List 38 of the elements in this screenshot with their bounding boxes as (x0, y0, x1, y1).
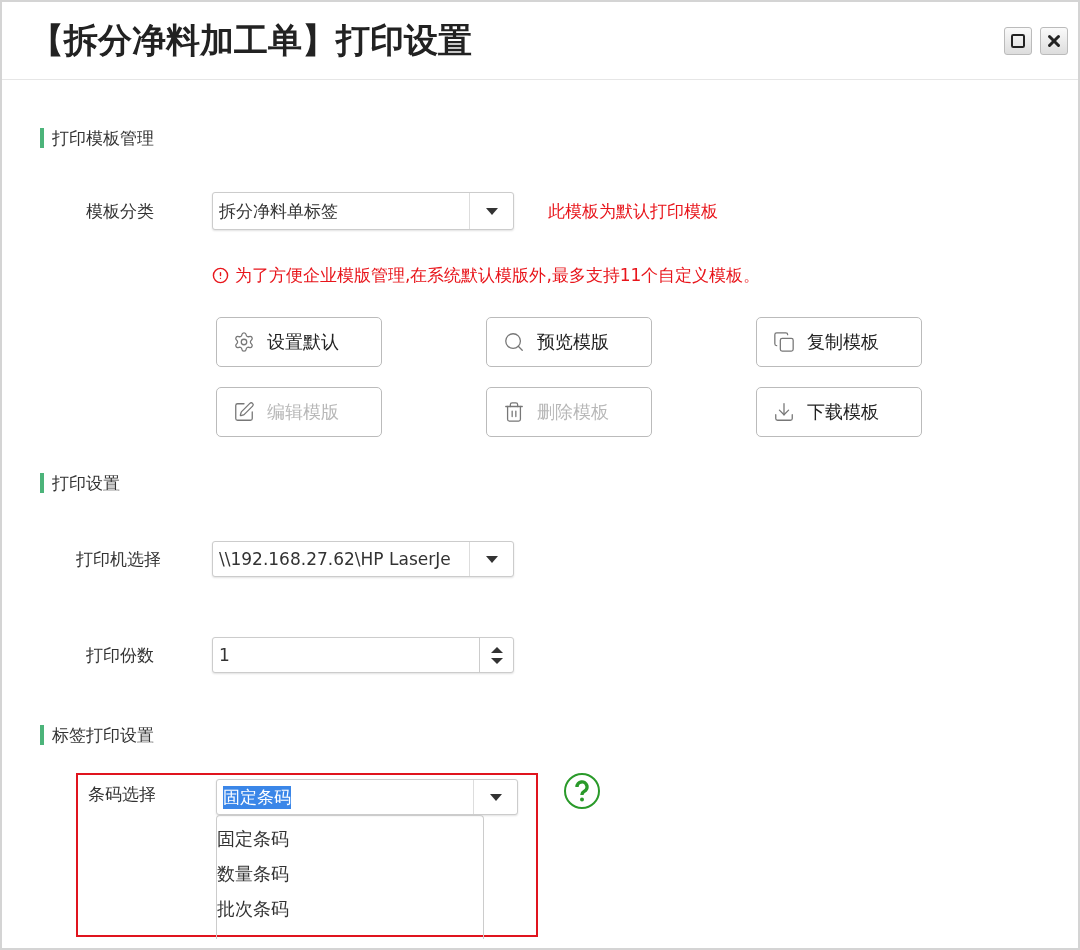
template-category-select[interactable]: 拆分净料单标签 (212, 192, 514, 230)
copies-spinbox[interactable]: 1 (212, 637, 514, 673)
dropdown-option[interactable]: 固定条码 (217, 824, 483, 853)
section-marker (40, 128, 44, 148)
section-marker (40, 725, 44, 745)
dropdown-option[interactable]: 批次条码 (217, 894, 483, 923)
window-title: 【拆分净料加工单】打印设置 (30, 18, 472, 62)
section-heading: 打印设置 (52, 471, 120, 495)
barcode-select[interactable]: 固定条码 (216, 779, 518, 815)
field-label: 打印份数 (85, 643, 155, 667)
template-action-button[interactable]: 复制模板 (756, 317, 922, 367)
warning-message: 为了方便企业模版管理,在系统默认模版外,最多支持11个自定义模板。 (235, 264, 761, 287)
section-heading: 标签打印设置 (52, 723, 154, 747)
caret-icon (489, 793, 502, 801)
download-icon (773, 401, 795, 423)
field-label: 模板分类 (85, 199, 155, 223)
edit-icon (233, 401, 255, 423)
gear-icon (233, 331, 255, 353)
search-icon (503, 331, 525, 353)
caret-icon (485, 207, 498, 215)
copy-icon (773, 331, 795, 353)
section-heading: 打印模板管理 (52, 126, 154, 150)
warning-icon (212, 267, 229, 284)
caret-icon (485, 555, 498, 563)
template-action-button[interactable]: 设置默认 (216, 317, 382, 367)
field-label: 条码选择 (87, 783, 157, 806)
trash-icon (503, 401, 525, 423)
default-template-note: 此模板为默认打印模板 (548, 199, 718, 223)
help-icon[interactable] (564, 773, 600, 809)
close-button[interactable] (1040, 26, 1068, 55)
printer-select[interactable]: \\192.168.27.62\HP LaserJe (212, 541, 514, 577)
section-marker (40, 473, 44, 493)
dropdown-option[interactable]: 数量条码 (217, 859, 483, 888)
maximize-button[interactable] (1004, 26, 1032, 55)
template-action-button[interactable]: 预览模版 (486, 317, 652, 367)
maximize-icon (1010, 32, 1026, 49)
field-label: 打印机选择 (75, 547, 162, 571)
template-action-button[interactable]: 下载模板 (756, 387, 922, 437)
